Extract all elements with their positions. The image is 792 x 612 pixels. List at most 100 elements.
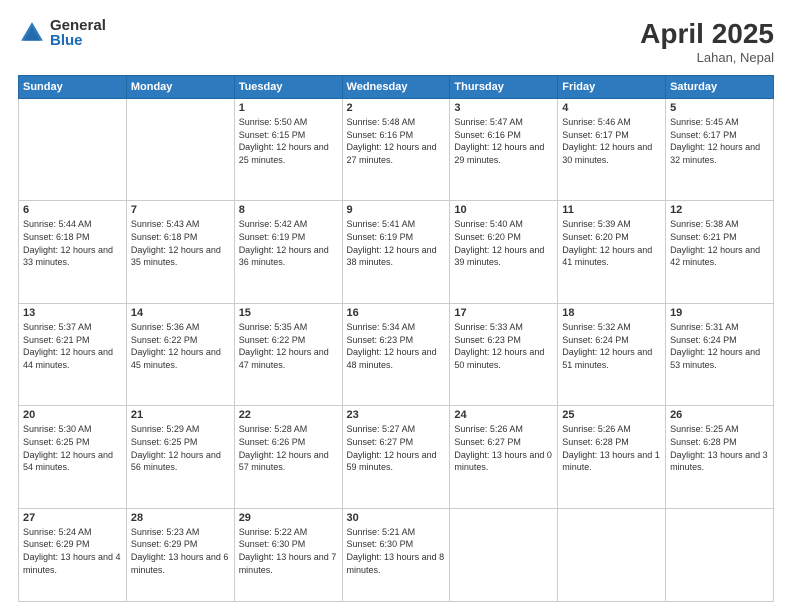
header-row: Sunday Monday Tuesday Wednesday Thursday… (19, 76, 774, 99)
day-info: Sunrise: 5:46 AM Sunset: 6:17 PM Dayligh… (562, 116, 661, 166)
day-number: 10 (454, 204, 553, 216)
calendar-cell: 9 Sunrise: 5:41 AM Sunset: 6:19 PM Daylig… (342, 201, 450, 303)
day-info: Sunrise: 5:33 AM Sunset: 6:23 PM Dayligh… (454, 321, 553, 371)
calendar-cell (126, 99, 234, 201)
calendar-cell: 24 Sunrise: 5:26 AM Sunset: 6:27 PM Dayli… (450, 406, 558, 508)
calendar-cell (450, 508, 558, 601)
day-number: 8 (239, 204, 338, 216)
calendar-cell: 26 Sunrise: 5:25 AM Sunset: 6:28 PM Dayli… (666, 406, 774, 508)
day-number: 20 (23, 409, 122, 421)
col-monday: Monday (126, 76, 234, 99)
day-info: Sunrise: 5:43 AM Sunset: 6:18 PM Dayligh… (131, 218, 230, 268)
day-number: 18 (562, 307, 661, 319)
day-info: Sunrise: 5:26 AM Sunset: 6:28 PM Dayligh… (562, 423, 661, 473)
calendar-cell: 16 Sunrise: 5:34 AM Sunset: 6:23 PM Dayli… (342, 303, 450, 405)
day-info: Sunrise: 5:40 AM Sunset: 6:20 PM Dayligh… (454, 218, 553, 268)
day-info: Sunrise: 5:35 AM Sunset: 6:22 PM Dayligh… (239, 321, 338, 371)
day-number: 3 (454, 102, 553, 114)
col-friday: Friday (558, 76, 666, 99)
calendar-cell: 13Sunrise: 5:37 AM Sunset: 6:21 PM Dayli… (19, 303, 127, 405)
calendar-week-3: 13Sunrise: 5:37 AM Sunset: 6:21 PM Dayli… (19, 303, 774, 405)
calendar-week-2: 6Sunrise: 5:44 AM Sunset: 6:18 PM Daylig… (19, 201, 774, 303)
calendar-cell: 15 Sunrise: 5:35 AM Sunset: 6:22 PM Dayli… (234, 303, 342, 405)
day-info: Sunrise: 5:27 AM Sunset: 6:27 PM Dayligh… (347, 423, 446, 473)
calendar-cell: 23 Sunrise: 5:27 AM Sunset: 6:27 PM Dayli… (342, 406, 450, 508)
calendar-cell: 1Sunrise: 5:50 AM Sunset: 6:15 PM Daylig… (234, 99, 342, 201)
calendar-cell: 6Sunrise: 5:44 AM Sunset: 6:18 PM Daylig… (19, 201, 127, 303)
day-number: 19 (670, 307, 769, 319)
calendar-cell: 10 Sunrise: 5:40 AM Sunset: 6:20 PM Dayli… (450, 201, 558, 303)
title-block: April 2025 Lahan, Nepal (640, 18, 774, 65)
logo-blue: Blue (50, 33, 106, 48)
logo-general: General (50, 18, 106, 33)
day-number: 23 (347, 409, 446, 421)
col-thursday: Thursday (450, 76, 558, 99)
day-number: 26 (670, 409, 769, 421)
logo: General Blue (18, 18, 106, 48)
logo-text: General Blue (50, 18, 106, 48)
calendar-cell: 29Sunrise: 5:22 AM Sunset: 6:30 PM Dayli… (234, 508, 342, 601)
calendar-cell: 22Sunrise: 5:28 AM Sunset: 6:26 PM Dayli… (234, 406, 342, 508)
calendar-cell: 2Sunrise: 5:48 AM Sunset: 6:16 PM Daylig… (342, 99, 450, 201)
day-number: 21 (131, 409, 230, 421)
calendar-cell: 14 Sunrise: 5:36 AM Sunset: 6:22 PM Dayli… (126, 303, 234, 405)
page: General Blue April 2025 Lahan, Nepal Sun… (0, 0, 792, 612)
day-number: 17 (454, 307, 553, 319)
calendar-cell: 17 Sunrise: 5:33 AM Sunset: 6:23 PM Dayli… (450, 303, 558, 405)
day-number: 4 (562, 102, 661, 114)
day-number: 9 (347, 204, 446, 216)
day-number: 16 (347, 307, 446, 319)
location: Lahan, Nepal (640, 50, 774, 65)
calendar-cell: 3 Sunrise: 5:47 AM Sunset: 6:16 PM Daylig… (450, 99, 558, 201)
calendar-cell: 28Sunrise: 5:23 AM Sunset: 6:29 PM Dayli… (126, 508, 234, 601)
day-info: Sunrise: 5:25 AM Sunset: 6:28 PM Dayligh… (670, 423, 769, 473)
calendar-week-5: 27 Sunrise: 5:24 AM Sunset: 6:29 PM Dayli… (19, 508, 774, 601)
day-info: Sunrise: 5:47 AM Sunset: 6:16 PM Dayligh… (454, 116, 553, 166)
calendar-cell (558, 508, 666, 601)
day-number: 15 (239, 307, 338, 319)
col-sunday: Sunday (19, 76, 127, 99)
calendar-cell: 20 Sunrise: 5:30 AM Sunset: 6:25 PM Dayli… (19, 406, 127, 508)
calendar-week-4: 20 Sunrise: 5:30 AM Sunset: 6:25 PM Dayli… (19, 406, 774, 508)
calendar-cell: 11 Sunrise: 5:39 AM Sunset: 6:20 PM Dayli… (558, 201, 666, 303)
logo-icon (18, 19, 46, 47)
day-info: Sunrise: 5:36 AM Sunset: 6:22 PM Dayligh… (131, 321, 230, 371)
calendar-cell: 19 Sunrise: 5:31 AM Sunset: 6:24 PM Dayli… (666, 303, 774, 405)
day-info: Sunrise: 5:31 AM Sunset: 6:24 PM Dayligh… (670, 321, 769, 371)
day-number: 24 (454, 409, 553, 421)
day-info: Sunrise: 5:48 AM Sunset: 6:16 PM Dayligh… (347, 116, 446, 166)
calendar-week-1: 1Sunrise: 5:50 AM Sunset: 6:15 PM Daylig… (19, 99, 774, 201)
day-info: Sunrise: 5:44 AM Sunset: 6:18 PM Dayligh… (23, 218, 122, 268)
day-info: Sunrise: 5:30 AM Sunset: 6:25 PM Dayligh… (23, 423, 122, 473)
day-info: Sunrise: 5:39 AM Sunset: 6:20 PM Dayligh… (562, 218, 661, 268)
calendar-cell: 5Sunrise: 5:45 AM Sunset: 6:17 PM Daylig… (666, 99, 774, 201)
day-number: 12 (670, 204, 769, 216)
day-number: 28 (131, 512, 230, 524)
day-info: Sunrise: 5:34 AM Sunset: 6:23 PM Dayligh… (347, 321, 446, 371)
day-number: 11 (562, 204, 661, 216)
calendar-cell: 12 Sunrise: 5:38 AM Sunset: 6:21 PM Dayli… (666, 201, 774, 303)
calendar-table: Sunday Monday Tuesday Wednesday Thursday… (18, 75, 774, 602)
calendar-cell: 25 Sunrise: 5:26 AM Sunset: 6:28 PM Dayli… (558, 406, 666, 508)
day-info: Sunrise: 5:26 AM Sunset: 6:27 PM Dayligh… (454, 423, 553, 473)
day-number: 25 (562, 409, 661, 421)
day-info: Sunrise: 5:22 AM Sunset: 6:30 PM Dayligh… (239, 526, 338, 576)
day-info: Sunrise: 5:41 AM Sunset: 6:19 PM Dayligh… (347, 218, 446, 268)
header: General Blue April 2025 Lahan, Nepal (18, 18, 774, 65)
day-info: Sunrise: 5:24 AM Sunset: 6:29 PM Dayligh… (23, 526, 122, 576)
day-number: 27 (23, 512, 122, 524)
calendar-cell: 21 Sunrise: 5:29 AM Sunset: 6:25 PM Dayli… (126, 406, 234, 508)
day-info: Sunrise: 5:38 AM Sunset: 6:21 PM Dayligh… (670, 218, 769, 268)
day-number: 5 (670, 102, 769, 114)
day-info: Sunrise: 5:21 AM Sunset: 6:30 PM Dayligh… (347, 526, 446, 576)
month-title: April 2025 (640, 18, 774, 50)
day-info: Sunrise: 5:42 AM Sunset: 6:19 PM Dayligh… (239, 218, 338, 268)
day-number: 13 (23, 307, 122, 319)
calendar-cell: 18 Sunrise: 5:32 AM Sunset: 6:24 PM Dayli… (558, 303, 666, 405)
day-info: Sunrise: 5:32 AM Sunset: 6:24 PM Dayligh… (562, 321, 661, 371)
col-tuesday: Tuesday (234, 76, 342, 99)
day-info: Sunrise: 5:29 AM Sunset: 6:25 PM Dayligh… (131, 423, 230, 473)
calendar-cell (666, 508, 774, 601)
day-number: 7 (131, 204, 230, 216)
day-number: 14 (131, 307, 230, 319)
